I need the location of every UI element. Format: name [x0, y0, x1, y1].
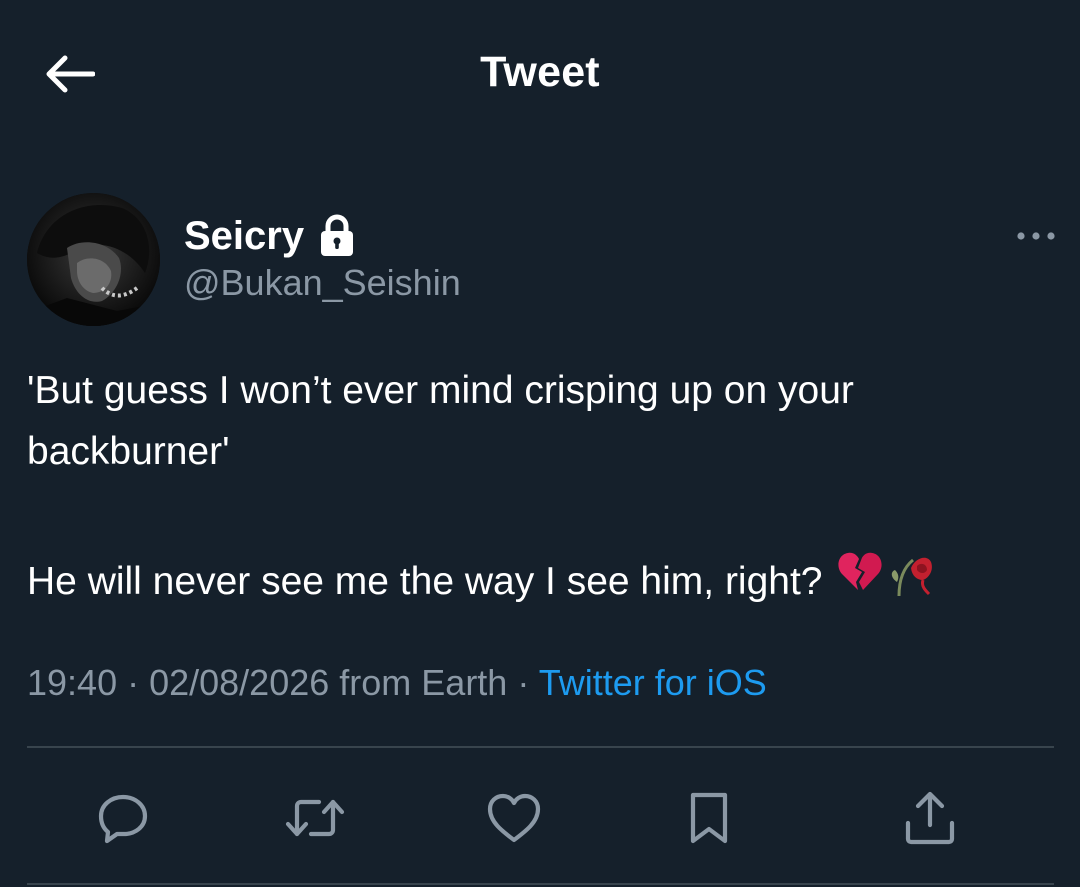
tweet-time: 19:40 — [27, 662, 118, 703]
meta-separator: · — [117, 662, 150, 703]
reply-button[interactable] — [91, 786, 155, 850]
bookmark-icon — [690, 792, 728, 844]
user-handle[interactable]: @Bukan_Seishin — [184, 262, 461, 304]
tweet-location: from Earth — [329, 662, 508, 703]
tweet-text-line-2-container: He will never see me the way I see him, … — [27, 546, 1037, 616]
tweet-text: 'But guess I won’t ever mind crisping up… — [27, 360, 1037, 616]
display-name[interactable]: Seicry — [184, 214, 304, 259]
more-options-button[interactable] — [1008, 218, 1064, 254]
like-button[interactable] — [482, 786, 546, 850]
author-name-row[interactable]: Seicry — [184, 210, 356, 262]
tweet-source-link[interactable]: Twitter for iOS — [539, 662, 767, 703]
more-horizontal-icon — [1017, 232, 1055, 240]
reply-icon — [98, 794, 148, 844]
share-button[interactable] — [898, 786, 962, 850]
top-app-bar: Tweet — [0, 0, 1080, 150]
tweet-meta: 19:40 · 02/08/2026 from Earth · Twitter … — [27, 662, 767, 704]
lock-icon — [318, 214, 356, 258]
meta-separator: · — [507, 662, 539, 703]
tweet-action-bar — [0, 786, 1080, 850]
page-title: Tweet — [480, 48, 600, 96]
share-icon — [905, 791, 955, 845]
tweet-date: 02/08/2026 — [149, 662, 330, 703]
tweet-text-line-1: 'But guess I won’t ever mind crisping up… — [27, 369, 854, 473]
retweet-icon — [285, 799, 345, 837]
divider — [27, 746, 1054, 748]
tweet-text-line-2: He will never see me the way I see him, … — [27, 559, 823, 603]
like-icon — [487, 793, 541, 843]
bookmark-button[interactable] — [677, 786, 741, 850]
broken-heart-emoji — [837, 550, 883, 612]
avatar[interactable] — [27, 193, 160, 326]
avatar-photo — [27, 193, 160, 326]
retweet-button[interactable] — [283, 786, 347, 850]
wilted-flower-emoji — [887, 546, 939, 616]
bottom-divider — [27, 883, 1054, 885]
